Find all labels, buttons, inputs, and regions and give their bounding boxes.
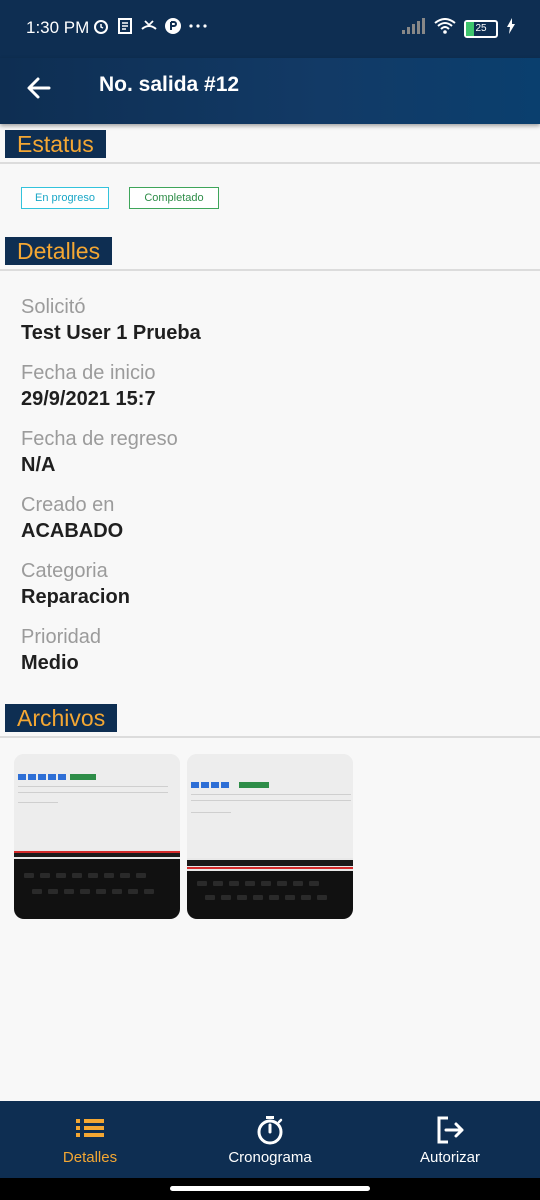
app-icon — [164, 17, 182, 35]
detail-label-category: Categoria — [21, 560, 108, 582]
section-header-details: Detalles — [5, 237, 113, 265]
detail-label-return-date: Fecha de regreso — [21, 428, 178, 450]
file-thumbnail[interactable] — [14, 754, 180, 919]
back-button[interactable] — [22, 71, 56, 105]
detail-value-start-date: 29/9/2021 15:7 — [21, 388, 156, 410]
status-system-icons: 25 — [402, 18, 516, 39]
status-chip-completed[interactable]: Completado — [129, 187, 219, 209]
wifi-icon — [434, 18, 456, 39]
more-icon — [188, 17, 207, 35]
arrow-left-icon — [27, 77, 51, 99]
detail-label-priority: Prioridad — [21, 626, 102, 648]
section-header-status: Estatus — [5, 130, 106, 158]
missed-call-icon — [140, 17, 158, 35]
detail-label-requested-by: Solicitó — [21, 296, 86, 318]
status-notification-icons — [92, 17, 207, 35]
detail-value-return-date: N/A — [21, 454, 56, 476]
detail-value-requested-by: Test User 1 Prueba — [21, 322, 201, 344]
page-title: No. salida #12 — [99, 73, 240, 96]
app-bar: No. salida #12 — [0, 58, 540, 124]
alarm-icon — [92, 17, 110, 35]
nav-label-details: Detalles — [62, 1149, 118, 1166]
nav-label-schedule: Cronograma — [228, 1149, 312, 1166]
gesture-bar — [0, 1178, 540, 1200]
battery-level: 25 — [475, 22, 487, 34]
document-icon — [116, 17, 134, 35]
detail-value-created-in: ACABADO — [21, 520, 124, 542]
detail-value-category: Reparacion — [21, 586, 130, 608]
file-thumbnail[interactable] — [187, 754, 353, 919]
list-icon — [76, 1119, 104, 1137]
status-time: 1:30 PM — [26, 18, 90, 37]
thumbnail-photo — [187, 754, 353, 858]
detail-value-priority: Medio — [21, 652, 79, 674]
status-bar: 1:30 PM 25 — [0, 0, 540, 58]
section-divider — [0, 162, 540, 164]
detail-label-start-date: Fecha de inicio — [21, 362, 156, 384]
detail-label-created-in: Creado en — [21, 494, 115, 516]
status-chip-in-progress[interactable]: En progreso — [21, 187, 109, 209]
section-header-files: Archivos — [5, 704, 118, 732]
nav-item-authorize[interactable]: Autorizar — [360, 1101, 540, 1178]
logout-icon — [437, 1116, 464, 1144]
battery-icon: 25 — [464, 19, 498, 38]
signal-icon — [402, 18, 426, 39]
home-indicator[interactable] — [170, 1186, 370, 1191]
stopwatch-icon — [257, 1116, 283, 1145]
bottom-navigation: Detalles Cronograma Autorizar — [0, 1101, 540, 1178]
nav-item-details[interactable]: Detalles — [0, 1101, 180, 1178]
section-divider — [0, 269, 540, 271]
section-divider — [0, 736, 540, 738]
charging-icon — [506, 18, 516, 39]
nav-label-authorize: Autorizar — [419, 1149, 481, 1166]
nav-item-schedule[interactable]: Cronograma — [180, 1101, 360, 1178]
